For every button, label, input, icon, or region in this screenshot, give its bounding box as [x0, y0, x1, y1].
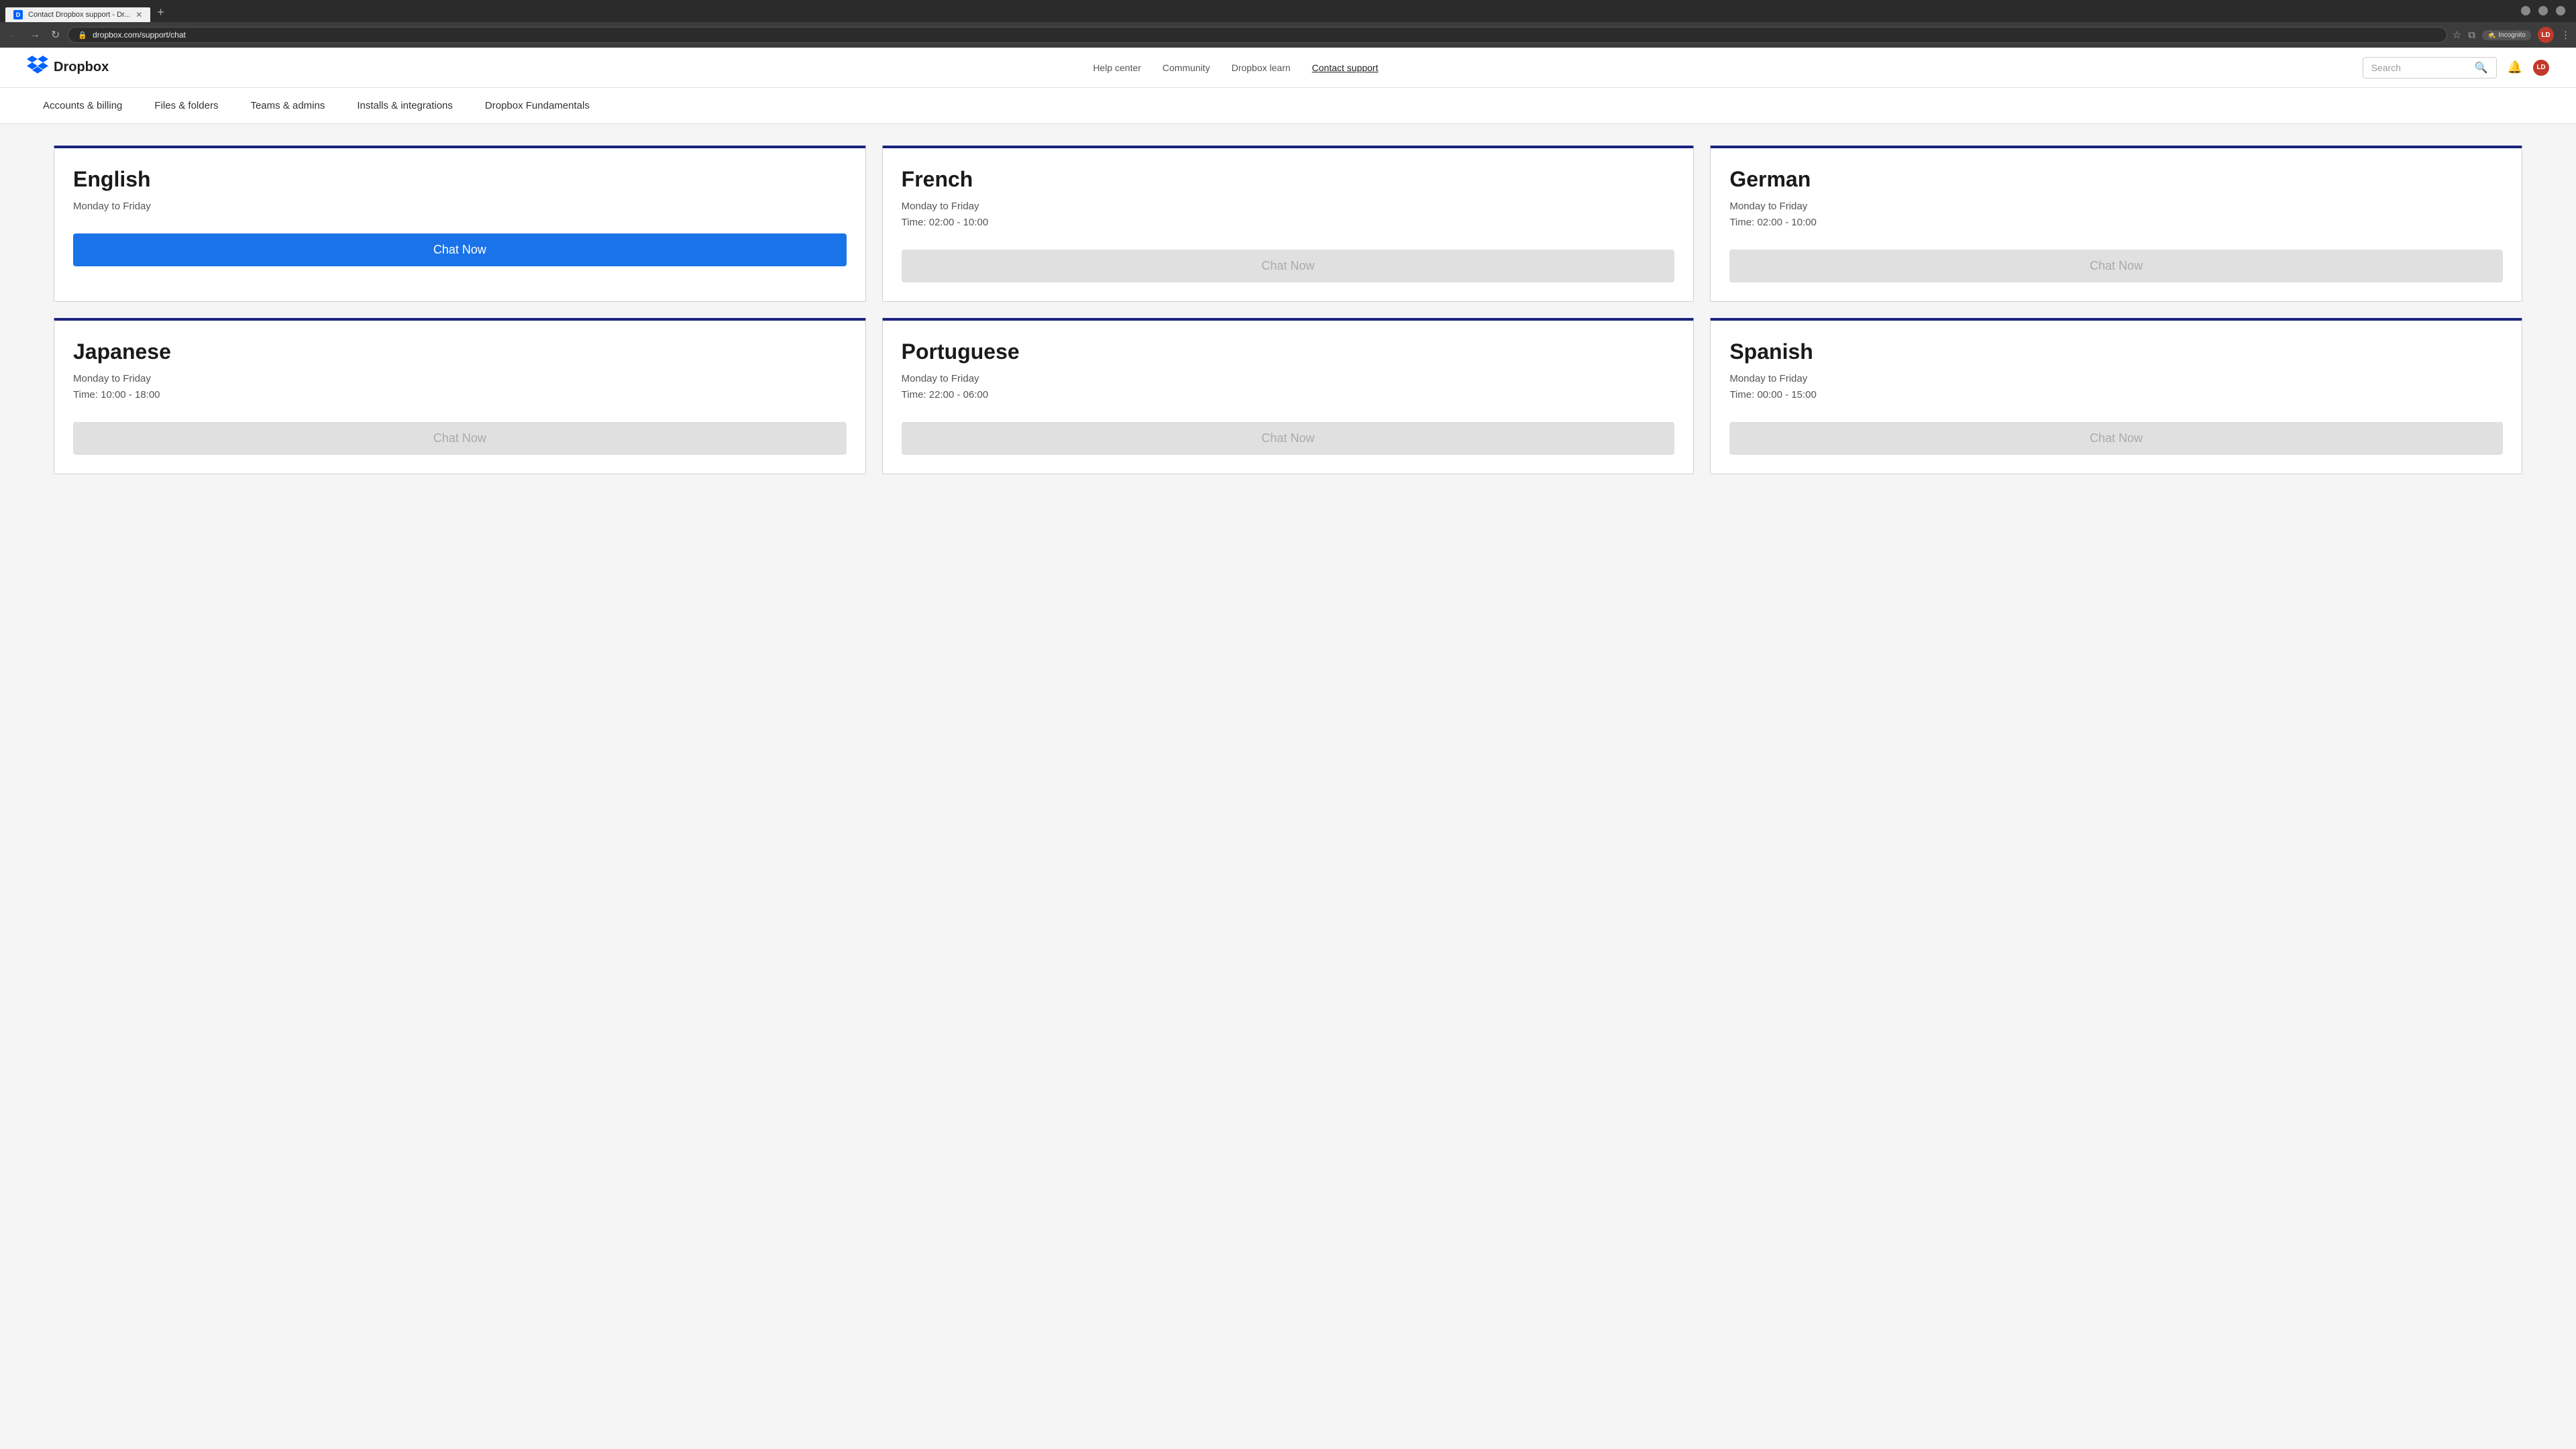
address-bar[interactable]: 🔒 dropbox.com/support/chat [68, 27, 2447, 43]
url-text: dropbox.com/support/chat [93, 30, 186, 40]
schedule-time: Time: 00:00 - 15:00 [1729, 387, 2503, 403]
schedule-days: Monday to Friday [902, 199, 1675, 215]
window-controls [2516, 6, 2571, 19]
browser-toolbar: ← → ↻ 🔒 dropbox.com/support/chat ☆ ⧉ 🕵 I… [0, 22, 2576, 48]
minimize-button[interactable] [2521, 6, 2530, 15]
schedule-info: Monday to Friday Time: 02:00 - 10:00 [1729, 199, 2503, 231]
notification-icon[interactable]: 🔔 [2508, 60, 2522, 74]
language-title: German [1729, 167, 2503, 192]
menu-icon[interactable]: ⋮ [2561, 29, 2571, 41]
back-button[interactable]: ← [5, 26, 21, 44]
schedule-time: Time: 02:00 - 10:00 [1729, 215, 2503, 231]
lock-icon: 🔒 [78, 31, 87, 40]
language-title: French [902, 167, 1675, 192]
incognito-label: Incognito [2498, 32, 2526, 39]
chat-now-button-french: Chat Now [902, 250, 1675, 282]
language-card-portuguese: Portuguese Monday to Friday Time: 22:00 … [882, 318, 1695, 474]
browser-top-bar: D Contact Dropbox support - Dr... ✕ + [0, 0, 2576, 22]
nav-help-center[interactable]: Help center [1093, 62, 1141, 73]
schedule-days: Monday to Friday [902, 371, 1675, 387]
schedule-info: Monday to Friday [73, 199, 847, 215]
user-avatar[interactable]: LD [2538, 27, 2554, 43]
schedule-time: Time: 10:00 - 18:00 [73, 387, 847, 403]
chat-now-button-german: Chat Now [1729, 250, 2503, 282]
star-icon[interactable]: ☆ [2453, 29, 2461, 41]
extension-icon[interactable]: ⧉ [2468, 30, 2475, 41]
logo-text: Dropbox [54, 60, 109, 75]
schedule-info: Monday to Friday Time: 00:00 - 15:00 [1729, 371, 2503, 403]
language-card-german: German Monday to Friday Time: 02:00 - 10… [1710, 146, 2522, 302]
reload-button[interactable]: ↻ [48, 25, 62, 44]
close-button[interactable] [2556, 6, 2565, 15]
chat-now-button-portuguese: Chat Now [902, 422, 1675, 455]
logo-area: Dropbox [27, 56, 109, 79]
site-header: Dropbox Help center Community Dropbox le… [0, 48, 2576, 88]
incognito-badge: 🕵 Incognito [2482, 30, 2531, 40]
maximize-button[interactable] [2538, 6, 2548, 15]
schedule-days: Monday to Friday [1729, 199, 2503, 215]
new-tab-button[interactable]: + [152, 3, 170, 22]
category-nav: Accounts & billing Files & folders Teams… [0, 88, 2576, 124]
language-title: Portuguese [902, 339, 1675, 364]
schedule-time: Time: 22:00 - 06:00 [902, 387, 1675, 403]
schedule-time: Time: 02:00 - 10:00 [902, 215, 1675, 231]
tab-favicon: D [13, 10, 23, 19]
header-right: Search 🔍 🔔 LD [2363, 57, 2549, 78]
language-title: English [73, 167, 847, 192]
schedule-days: Monday to Friday [1729, 371, 2503, 387]
tab-close-button[interactable]: ✕ [136, 10, 142, 19]
schedule-info: Monday to Friday Time: 10:00 - 18:00 [73, 371, 847, 403]
chat-now-button-english[interactable]: Chat Now [73, 233, 847, 266]
dropbox-logo-icon [27, 56, 48, 79]
cat-teams-admins[interactable]: Teams & admins [234, 88, 341, 123]
schedule-info: Monday to Friday Time: 22:00 - 06:00 [902, 371, 1675, 403]
language-title: Japanese [73, 339, 847, 364]
search-icon[interactable]: 🔍 [2475, 61, 2488, 74]
language-title: Spanish [1729, 339, 2503, 364]
language-card-french: French Monday to Friday Time: 02:00 - 10… [882, 146, 1695, 302]
toolbar-icons: ☆ ⧉ 🕵 Incognito LD ⋮ [2453, 27, 2571, 43]
header-user-initials: LD [2536, 64, 2545, 71]
schedule-info: Monday to Friday Time: 02:00 - 10:00 [902, 199, 1675, 231]
nav-dropbox-learn[interactable]: Dropbox learn [1232, 62, 1291, 73]
schedule-days: Monday to Friday [73, 371, 847, 387]
cat-installs-integrations[interactable]: Installs & integrations [341, 88, 469, 123]
cat-files-folders[interactable]: Files & folders [138, 88, 234, 123]
browser-tabs: D Contact Dropbox support - Dr... ✕ + [5, 3, 2516, 22]
header-avatar[interactable]: LD [2533, 60, 2549, 76]
language-card-english: English Monday to Friday Chat Now [54, 146, 866, 302]
cat-dropbox-fundamentals[interactable]: Dropbox Fundamentals [469, 88, 606, 123]
page-wrapper: Dropbox Help center Community Dropbox le… [0, 48, 2576, 1443]
search-box[interactable]: Search 🔍 [2363, 57, 2497, 78]
active-tab[interactable]: D Contact Dropbox support - Dr... ✕ [5, 7, 150, 22]
nav-community[interactable]: Community [1163, 62, 1210, 73]
search-placeholder-text: Search [2371, 62, 2469, 73]
nav-contact-support[interactable]: Contact support [1312, 62, 1379, 73]
language-card-spanish: Spanish Monday to Friday Time: 00:00 - 1… [1710, 318, 2522, 474]
forward-button[interactable]: → [27, 26, 43, 44]
main-nav: Help center Community Dropbox learn Cont… [1093, 62, 1378, 73]
incognito-icon: 🕵 [2487, 32, 2496, 39]
tab-title: Contact Dropbox support - Dr... [28, 11, 130, 19]
language-card-japanese: Japanese Monday to Friday Time: 10:00 - … [54, 318, 866, 474]
language-cards-bottom: Japanese Monday to Friday Time: 10:00 - … [54, 318, 2522, 474]
chat-now-button-spanish: Chat Now [1729, 422, 2503, 455]
language-cards-top: English Monday to Friday Chat Now French… [54, 146, 2522, 302]
cat-accounts-billing[interactable]: Accounts & billing [27, 88, 138, 123]
chat-now-button-japanese: Chat Now [73, 422, 847, 455]
schedule-days: Monday to Friday [73, 199, 847, 215]
main-content: English Monday to Friday Chat Now French… [0, 124, 2576, 512]
user-initials: LD [2541, 32, 2550, 39]
